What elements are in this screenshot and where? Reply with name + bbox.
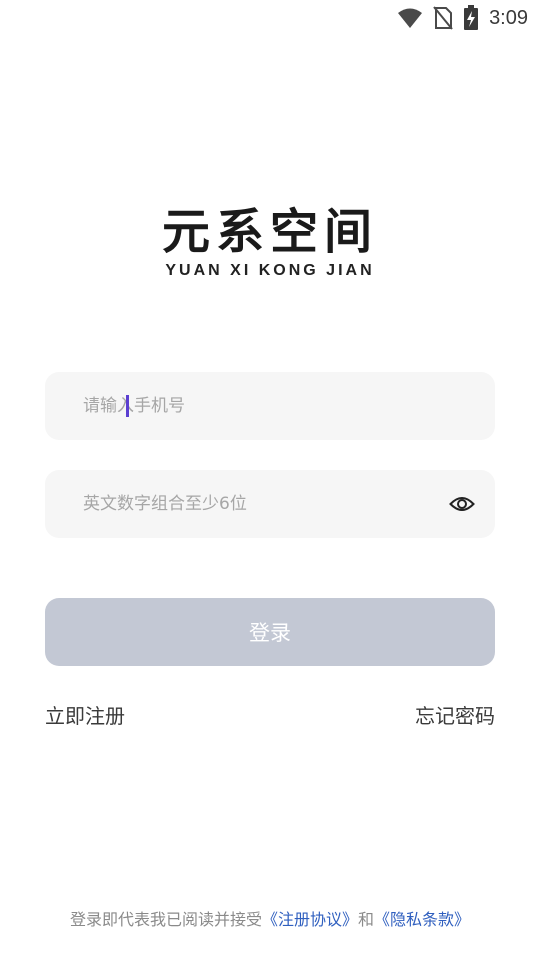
agreement-text: 登录即代表我已阅读并接受《注册协议》和《隐私条款》 bbox=[0, 906, 540, 930]
terms-link[interactable]: 《注册协议》 bbox=[262, 910, 358, 929]
battery-charging-icon bbox=[463, 5, 479, 31]
phone-input[interactable] bbox=[83, 372, 475, 440]
privacy-link[interactable]: 《隐私条款》 bbox=[374, 910, 470, 929]
login-button[interactable]: 登录 bbox=[45, 598, 495, 666]
password-input[interactable] bbox=[83, 470, 449, 538]
app-subtitle: YUAN XI KONG JIAN bbox=[165, 262, 375, 279]
status-bar: 3:09 bbox=[0, 0, 540, 36]
no-sim-icon bbox=[433, 6, 453, 30]
status-time: 3:09 bbox=[489, 6, 528, 29]
forgot-password-link[interactable]: 忘记密码 bbox=[415, 700, 495, 729]
eye-icon[interactable] bbox=[449, 491, 475, 517]
agreement-conjunction: 和 bbox=[358, 910, 375, 929]
app-title: 元系空间 bbox=[161, 204, 378, 260]
wifi-icon bbox=[397, 7, 423, 29]
phone-field[interactable] bbox=[45, 372, 495, 440]
agreement-prefix: 登录即代表我已阅读并接受 bbox=[69, 910, 262, 929]
password-field[interactable] bbox=[45, 470, 495, 538]
auth-links: 立即注册 忘记密码 bbox=[45, 700, 495, 729]
login-screen: 3:09 元系空间 YUAN XI KONG JIAN 登录 立即注册 忘记密码… bbox=[0, 0, 540, 960]
text-caret bbox=[126, 395, 129, 417]
register-link[interactable]: 立即注册 bbox=[45, 700, 125, 729]
